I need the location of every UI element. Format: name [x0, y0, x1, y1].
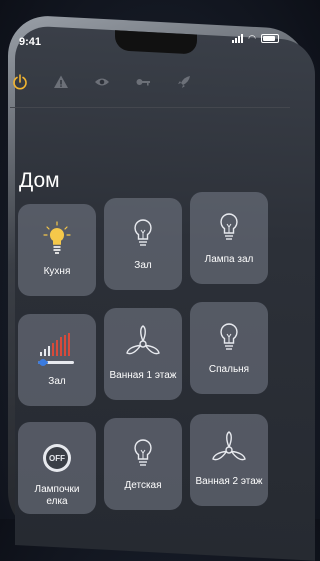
svg-text:OFF: OFF — [49, 454, 65, 463]
device-tile-bedroom[interactable]: Спальня — [190, 302, 268, 394]
off-badge-icon: OFF — [40, 438, 74, 478]
tile-label: Ванная 2 этаж — [195, 476, 263, 487]
key-icon[interactable] — [133, 72, 153, 92]
fan-icon — [123, 324, 163, 364]
bulb-icon — [214, 208, 244, 248]
bulb-on-icon — [42, 220, 72, 260]
device-tile-kitchen[interactable]: Кухня — [18, 204, 96, 296]
tile-label: Лампа зал — [204, 254, 254, 265]
signal-icon — [232, 34, 244, 43]
tile-label: Спальня — [208, 364, 250, 375]
device-tile-hall-lamp[interactable]: Лампа зал — [190, 192, 268, 284]
status-time: 9:41 — [19, 36, 42, 48]
toolbar-divider — [10, 107, 290, 108]
bulb-icon — [214, 318, 244, 358]
device-tile-hall-dimmer[interactable]: Зал — [18, 314, 96, 406]
battery-icon — [261, 34, 279, 43]
warning-icon[interactable] — [51, 72, 71, 92]
device-tile-bathroom-1[interactable]: Ванная 1 этаж — [104, 308, 182, 400]
tab-toolbar — [10, 62, 260, 102]
device-tile-kids-room[interactable]: Детская — [104, 418, 182, 510]
status-icons: ◠ — [232, 33, 279, 44]
fan-icon — [209, 430, 249, 470]
device-tile-hall[interactable]: Зал — [104, 198, 182, 290]
section-title: Дом — [19, 169, 60, 192]
tile-label: Ванная 1 этаж — [109, 370, 177, 381]
tile-label: Зал — [134, 260, 152, 271]
bulb-icon — [128, 214, 158, 254]
power-icon[interactable] — [10, 72, 30, 92]
dimmer-icon — [35, 330, 79, 370]
device-tile-tree-lights[interactable]: OFF Лампочки елка — [18, 422, 96, 514]
rocket-icon[interactable] — [174, 72, 194, 92]
tile-label: Лампочки елка — [34, 484, 80, 507]
eye-icon[interactable] — [92, 72, 112, 92]
device-tile-bathroom-2[interactable]: Ванная 2 этаж — [190, 414, 268, 506]
bulb-icon — [128, 434, 158, 474]
tile-label: Кухня — [43, 266, 71, 277]
tile-label: Зал — [48, 376, 66, 387]
wifi-icon: ◠ — [248, 33, 256, 43]
tile-label: Детская — [124, 480, 162, 491]
